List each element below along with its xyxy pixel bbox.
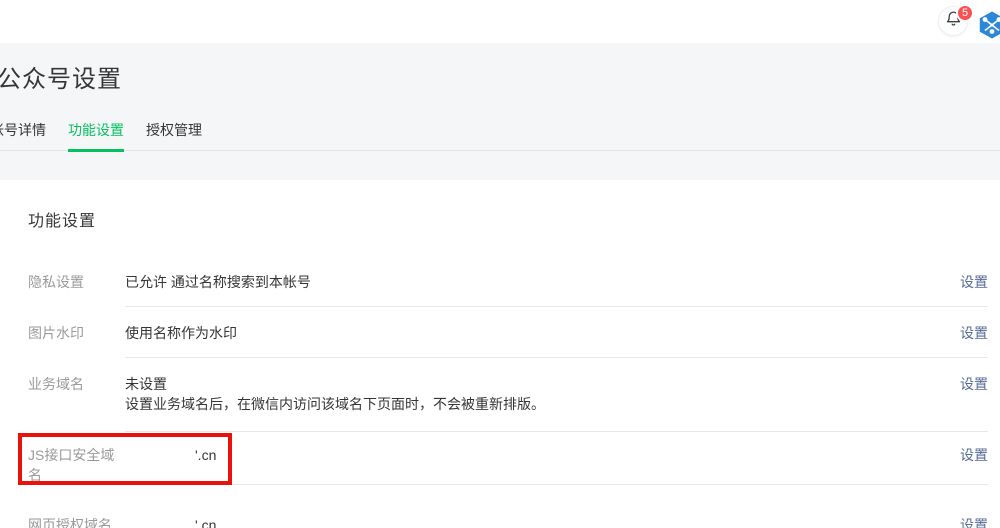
page-title: 公众号设置 — [0, 43, 1000, 94]
settings-link[interactable]: 设置 — [960, 374, 988, 394]
settings-panel: 功能设置 隐私设置 已允许 通过名称搜索到本帐号 设置 图片水印 使用名称作为水… — [0, 180, 1000, 528]
tab-authorization[interactable]: 授权管理 — [146, 122, 202, 150]
setting-row-business-domain: 业务域名 未设置 设置业务域名后，在微信内访问该域名下页面时，不会被重新排版。 … — [0, 358, 988, 432]
setting-label: 隐私设置 — [28, 272, 125, 307]
setting-label: 网页授权域名 — [28, 515, 125, 528]
tab-account-details[interactable]: 帐号详情 — [0, 122, 46, 150]
setting-value: 未设置 — [125, 374, 960, 394]
setting-value: '.cn — [125, 515, 960, 528]
setting-row-js-safe-domain: JS接口安全域名 '.cn 设置 — [0, 432, 988, 485]
setting-description: 设置业务域名后，在微信内访问该域名下页面时，不会被重新排版。 — [125, 394, 960, 414]
settings-list: 隐私设置 已允许 通过名称搜索到本帐号 设置 图片水印 使用名称作为水印 设置 … — [0, 258, 1000, 528]
notification-count-badge: 5 — [956, 4, 974, 22]
setting-row-privacy: 隐私设置 已允许 通过名称搜索到本帐号 设置 — [0, 258, 988, 307]
settings-link[interactable]: 设置 — [960, 445, 988, 465]
setting-row-oauth-domain: 网页授权域名 '.cn 设置 — [0, 485, 988, 528]
settings-link[interactable]: 设置 — [960, 515, 988, 528]
tab-function-settings[interactable]: 功能设置 — [68, 122, 124, 150]
setting-label: 图片水印 — [28, 323, 125, 358]
top-bar: 5 — [0, 0, 1000, 43]
app-logo-icon[interactable] — [978, 11, 1000, 39]
setting-label: 业务域名 — [28, 374, 125, 432]
setting-value: '.cn — [125, 445, 960, 465]
setting-row-watermark: 图片水印 使用名称作为水印 设置 — [0, 307, 988, 358]
setting-value: 已允许 通过名称搜索到本帐号 — [125, 272, 960, 292]
section-heading: 功能设置 — [28, 212, 1000, 232]
settings-link[interactable]: 设置 — [960, 272, 988, 292]
setting-value: 使用名称作为水印 — [125, 323, 960, 343]
tab-bar: 帐号详情 功能设置 授权管理 — [0, 122, 1000, 151]
setting-label: JS接口安全域名 — [28, 445, 125, 485]
page-header: 公众号设置 帐号详情 功能设置 授权管理 — [0, 43, 1000, 180]
settings-link[interactable]: 设置 — [960, 323, 988, 343]
